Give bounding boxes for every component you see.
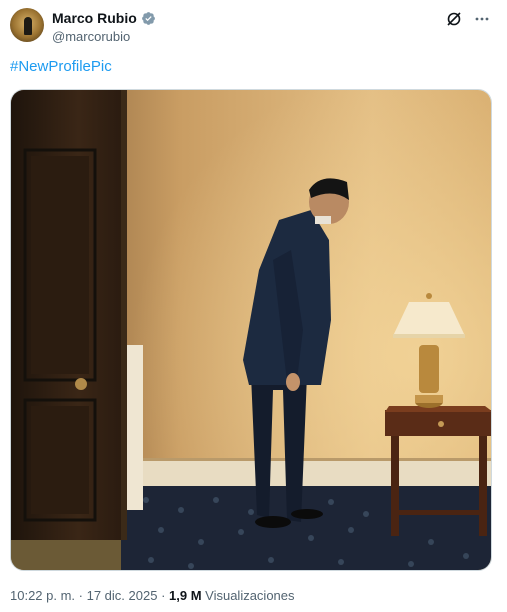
post-time[interactable]: 10:22 p. m. <box>10 588 75 603</box>
top-actions <box>445 10 491 28</box>
grok-icon[interactable] <box>445 10 463 28</box>
photo-scene <box>11 90 491 570</box>
views-label: Visualizaciones <box>201 588 295 603</box>
verified-badge-icon <box>141 11 155 25</box>
meta-separator: · <box>75 588 87 603</box>
post-header: Marco Rubio @marcorubio <box>10 8 497 48</box>
post-text: #NewProfilePic <box>10 58 112 75</box>
display-name[interactable]: Marco Rubio <box>52 10 137 26</box>
post-meta: 10:22 p. m. · 17 dic. 2025 · 1,9 M Visua… <box>10 588 295 603</box>
handle[interactable]: @marcorubio <box>52 29 130 44</box>
meta-separator: · <box>157 588 170 603</box>
name-row: Marco Rubio <box>52 10 156 26</box>
hashtag-link[interactable]: #NewProfilePic <box>10 58 112 75</box>
more-icon[interactable] <box>473 10 491 28</box>
post-date[interactable]: 17 dic. 2025 <box>87 588 158 603</box>
views-count: 1,9 M <box>169 588 202 603</box>
avatar[interactable] <box>10 8 44 42</box>
post-image[interactable] <box>10 89 492 571</box>
